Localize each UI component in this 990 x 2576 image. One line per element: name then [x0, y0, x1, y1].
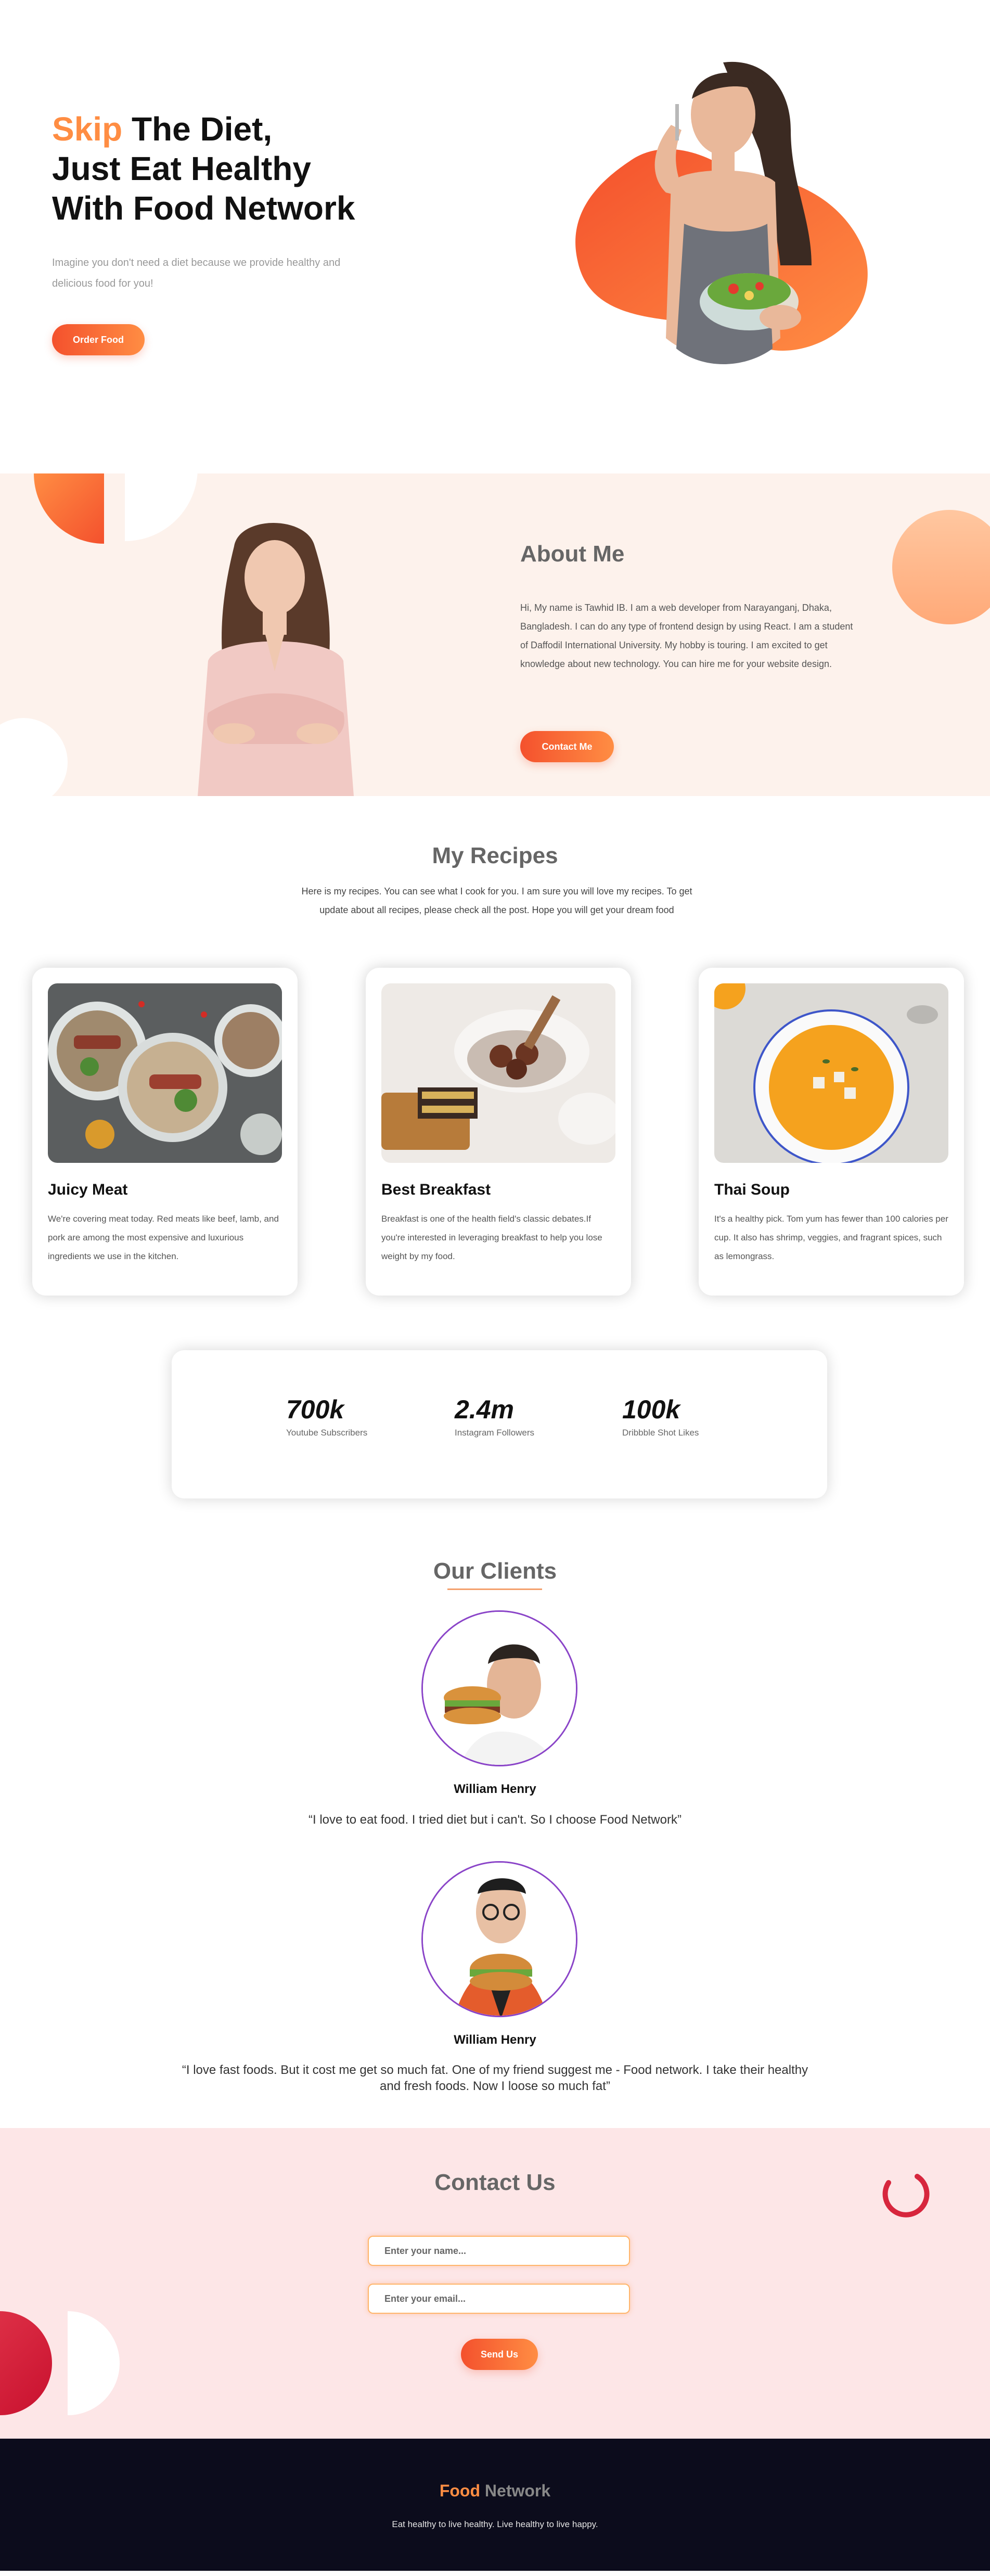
footer-tagline: Eat healthy to live healthy. Live health… [392, 2519, 598, 2529]
name-input[interactable] [368, 2236, 630, 2266]
stat-label: Dribbble Shot Likes [622, 1428, 699, 1438]
juicy-meat-image [48, 983, 282, 1163]
decor-white-half-circle [68, 2311, 120, 2415]
hero-section: Skip The Diet, Just Eat Healthy With Foo… [0, 0, 990, 473]
hero-title-line3: With Food Network [52, 189, 355, 227]
stat-value: 100k [622, 1395, 680, 1424]
decor-red-ring [882, 2174, 930, 2218]
client-quote: “I love fast foods. But it cost me get s… [182, 2063, 808, 2093]
stat-dribbble: 100k Dribbble Shot Likes [622, 1394, 757, 1438]
recipe-card-title: Thai Soup [714, 1181, 790, 1198]
contact-title: Contact Us [434, 2170, 556, 2195]
decor-peach-circle [892, 510, 990, 624]
stats-section: 700k Youtube Subscribers 2.4m Instagram … [0, 1327, 990, 1553]
footer-brand-rest: Network [480, 2481, 551, 2500]
stat-value: 700k [286, 1395, 344, 1424]
woman-with-salad-image [654, 61, 812, 364]
clients-title-underline [447, 1588, 542, 1590]
stat-instagram: 2.4m Instagram Followers [455, 1394, 590, 1438]
stat-value: 2.4m [455, 1395, 514, 1424]
send-us-button[interactable]: Send Us [461, 2339, 538, 2370]
hero-subtitle: Imagine you don't need a diet because we… [52, 257, 341, 289]
stat-label: Youtube Subscribers [286, 1428, 368, 1438]
contact-section: Contact Us Send Us [0, 2128, 990, 2439]
about-text: Hi, My name is Tawhid IB. I am a web dev… [520, 603, 853, 669]
clients-section: Our Clients William Henry “I love to eat… [0, 1553, 990, 2128]
stat-label: Instagram Followers [455, 1428, 535, 1438]
decor-red-circle [0, 2311, 52, 2415]
clients-title: Our Clients [433, 1558, 557, 1584]
thai-soup-image [714, 983, 948, 1163]
hero-title-accent: Skip [52, 110, 123, 148]
recipe-card-text: It's a healthy pick. Tom yum has fewer t… [714, 1214, 948, 1261]
decor-white-circle [0, 718, 68, 796]
client-quote: “I love to eat food. I tried diet but i … [308, 1813, 682, 1827]
recipe-card-text: Breakfast is one of the health field's c… [381, 1214, 602, 1261]
stats-box: 700k Youtube Subscribers 2.4m Instagram … [172, 1350, 827, 1498]
recipe-card-thai-soup[interactable]: Thai Soup It's a healthy pick. Tom yum h… [699, 968, 964, 1296]
recipes-title: My Recipes [432, 843, 558, 868]
recipe-card-title: Juicy Meat [48, 1181, 128, 1198]
footer-brand-accent: Food [439, 2481, 481, 2500]
stat-youtube: 700k Youtube Subscribers [286, 1394, 421, 1438]
client-name: William Henry [454, 1782, 536, 1796]
best-breakfast-image [381, 983, 615, 1163]
client-avatar [421, 1861, 577, 2017]
recipe-card-juicy-meat[interactable]: Juicy Meat We're covering meat today. Re… [32, 968, 298, 1296]
hero-title-line1: The Diet, [122, 110, 273, 148]
hero-title-line2: Just Eat Healthy [52, 150, 311, 187]
footer: Food Network Eat healthy to live healthy… [0, 2439, 990, 2571]
hero-title: Skip The Diet, Just Eat Healthy With Foo… [52, 109, 416, 228]
about-title: About Me [520, 541, 625, 567]
woman-portrait-image [198, 523, 354, 796]
footer-brand[interactable]: Food Network [0, 2481, 990, 2501]
decor-orange-quarter-circle [34, 473, 104, 544]
recipe-card-best-breakfast[interactable]: Best Breakfast Breakfast is one of the h… [366, 968, 631, 1296]
recipes-section: My Recipes Here is my recipes. You can s… [0, 796, 990, 1327]
recipe-card-text: We're covering meat today. Red meats lik… [48, 1214, 279, 1261]
email-input[interactable] [368, 2284, 630, 2314]
contact-me-button[interactable]: Contact Me [520, 731, 614, 762]
recipes-intro: Here is my recipes. You can see what I c… [301, 886, 692, 915]
order-food-button[interactable]: Order Food [52, 324, 145, 355]
recipe-card-title: Best Breakfast [381, 1181, 491, 1198]
about-section: About Me Hi, My name is Tawhid IB. I am … [0, 473, 990, 796]
client-avatar [421, 1610, 577, 1766]
client-name: William Henry [454, 2033, 536, 2047]
